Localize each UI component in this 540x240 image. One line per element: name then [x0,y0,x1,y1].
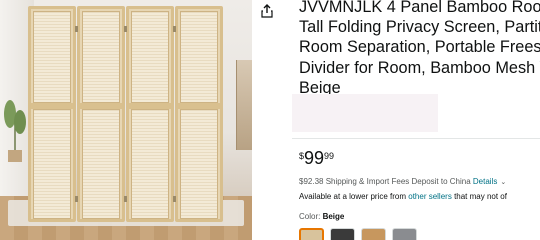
panel-mesh-upper [180,11,218,103]
price-whole: 99 [304,148,325,168]
shelf-background [236,60,252,150]
shipping-info: $92.38 Shipping & Import Fees Deposit to… [299,177,506,186]
color-swatches [299,228,417,240]
plant-decoration [4,100,26,162]
panel-mesh-lower [82,109,120,219]
hinge [124,26,127,32]
hinge [124,196,127,202]
color-selector-label: Color: Beige [299,212,344,221]
hinge [173,26,176,32]
panel-mesh-upper [33,11,71,103]
title-line: JVVMNJLK 4 Panel Bamboo Room [299,0,540,16]
color-label: Color: [299,212,321,221]
share-icon[interactable] [261,4,273,18]
product-title: JVVMNJLK 4 Panel Bamboo Room Tall Foldin… [299,0,540,98]
panel-mesh-lower [33,109,71,219]
panel-mesh-upper [82,11,120,103]
panel-mesh-lower [131,109,169,219]
panel-mesh-upper [131,11,169,103]
title-line: Tall Folding Privacy Screen, Partiti [299,18,540,37]
screen-panel [28,6,76,222]
screen-panel [77,6,125,222]
color-swatch-natural[interactable] [361,228,386,240]
shipping-text: $92.38 Shipping & Import Fees Deposit to… [299,177,471,186]
hinge [75,196,78,202]
availability-suffix: that may not of [454,192,507,201]
panel-mesh-lower [180,109,218,219]
color-swatch-beige[interactable] [299,228,324,240]
product-image[interactable] [0,0,252,240]
color-swatch-black[interactable] [330,228,355,240]
other-sellers-link[interactable]: other sellers [408,192,452,201]
color-swatch-gray[interactable] [392,228,417,240]
hinge [75,26,78,32]
ad-placeholder [292,94,438,132]
price: $9999 [299,148,334,169]
price-currency-symbol: $ [299,151,305,161]
hinge [173,196,176,202]
divider [292,138,540,139]
title-line: Divider for Room, Bamboo Mesh W [299,58,540,77]
title-line: Room Separation, Portable Freesta [299,38,540,57]
screen-panel [175,6,223,222]
room-divider-screen [28,6,224,222]
shipping-details-link[interactable]: Details [473,177,497,186]
color-value: Beige [322,212,345,221]
availability-info: Available at a lower price from other se… [299,192,507,201]
screen-panel [126,6,174,222]
price-fraction: 99 [324,151,335,161]
availability-prefix: Available at a lower price from [299,192,407,201]
chevron-down-icon[interactable]: ⌄ [500,178,506,186]
